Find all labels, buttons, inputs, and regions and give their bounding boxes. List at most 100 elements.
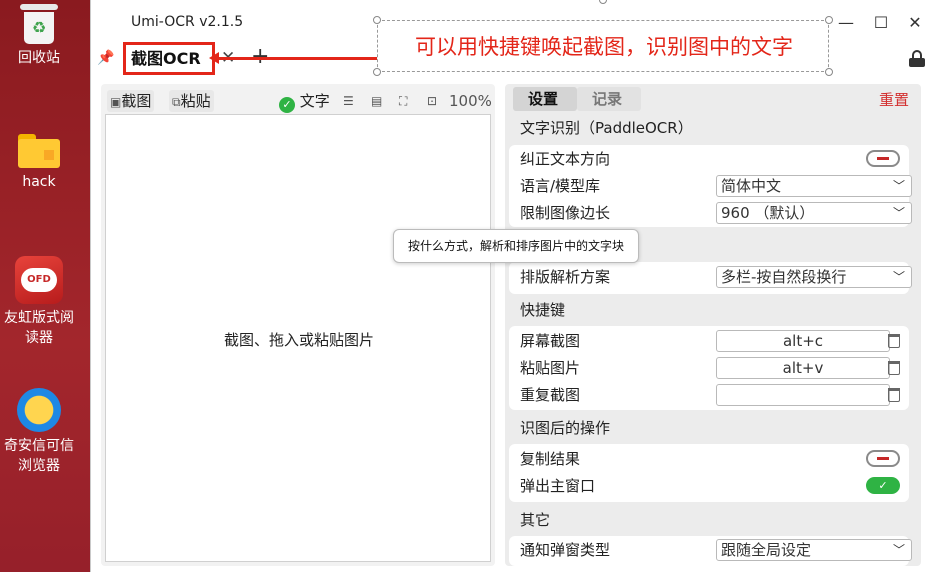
setting-image-limit: 限制图像边长 960 （默认） ﹀ bbox=[520, 200, 912, 227]
layout-select-value: 多栏-按自然段换行 bbox=[721, 268, 847, 286]
reset-button[interactable]: 重置 bbox=[879, 89, 909, 110]
setting-label: 屏幕截图 bbox=[520, 332, 581, 350]
window-title: Umi-OCR v2.1.5 bbox=[131, 14, 244, 30]
drop-hint: 截图、拖入或粘贴图片 bbox=[223, 331, 374, 349]
image-limit-select-value: 960 （默认） bbox=[721, 204, 815, 222]
save-icon[interactable]: ▤ bbox=[371, 90, 382, 112]
check-icon: ✓ bbox=[279, 97, 295, 113]
minimize-button[interactable]: — bbox=[835, 12, 857, 34]
chevron-down-icon: ﹀ bbox=[892, 270, 905, 284]
annotation-handle bbox=[825, 16, 833, 24]
setting-label: 复制结果 bbox=[520, 450, 581, 468]
desktop-icon-label: 友虹版式阅读器 bbox=[4, 310, 74, 346]
desktop-icon-label: 奇安信可信浏览器 bbox=[4, 438, 74, 474]
chevron-down-icon: ﹀ bbox=[892, 543, 905, 557]
annotation-handle bbox=[825, 68, 833, 76]
tab-screenshot-ocr[interactable]: 截图OCR bbox=[123, 42, 215, 75]
pin-icon[interactable]: 📌 bbox=[97, 50, 114, 66]
list-icon[interactable]: ☰ bbox=[343, 90, 354, 112]
text-toggle[interactable]: ✓ 文字 bbox=[279, 90, 330, 113]
layout-tooltip: 按什么方式，解析和排序图片中的文字块 bbox=[393, 229, 639, 263]
screenshot-button-label: 截图 bbox=[121, 92, 152, 110]
folder-icon bbox=[18, 134, 60, 168]
hotkey-repeat-field[interactable] bbox=[716, 384, 890, 406]
setting-notify-type: 通知弹窗类型 跟随全局设定 ﹀ bbox=[520, 537, 912, 564]
annotation-arrowhead bbox=[209, 52, 219, 64]
section-hotkeys-title: 快捷键 bbox=[520, 301, 566, 319]
recycle-bin-icon: ♻ bbox=[20, 4, 58, 44]
setting-label: 排版解析方案 bbox=[520, 268, 611, 286]
other-card: 通知弹窗类型 跟随全局设定 ﹀ bbox=[509, 536, 912, 566]
settings-panel: 设置 记录 重置 文字识别（PaddleOCR） 纠正文本方向 语言/模型库 简… bbox=[505, 84, 921, 566]
language-select-value: 简体中文 bbox=[721, 177, 782, 195]
qianxin-browser-icon bbox=[17, 388, 61, 432]
tab-settings[interactable]: 设置 bbox=[513, 87, 577, 111]
trash-icon[interactable] bbox=[888, 334, 900, 348]
setting-copy-result: 复制结果 bbox=[520, 446, 900, 473]
image-limit-select[interactable]: 960 （默认） ﹀ bbox=[716, 202, 912, 224]
trash-icon[interactable] bbox=[888, 388, 900, 402]
hotkey-repeat: 重复截图 bbox=[520, 382, 900, 409]
copy-result-toggle[interactable] bbox=[866, 450, 900, 467]
chevron-down-icon: ﹀ bbox=[892, 206, 905, 220]
setting-label: 限制图像边长 bbox=[520, 204, 611, 222]
setting-layout: 排版解析方案 多栏-按自然段换行 ﹀ bbox=[520, 264, 912, 291]
hotkeys-card: 屏幕截图 alt+c 粘贴图片 alt+v 重复截图 bbox=[509, 326, 909, 410]
zoom-level: 100% bbox=[449, 92, 492, 110]
desktop-icon-ofd-reader[interactable]: OFD 友虹版式阅读器 bbox=[0, 256, 78, 348]
hotkey-screenshot: 屏幕截图 alt+c bbox=[520, 328, 900, 355]
annotation-text: 可以用快捷键唤起截图，识别图中的文字 bbox=[415, 35, 793, 59]
tab-records[interactable]: 记录 bbox=[577, 87, 641, 111]
hotkey-paste-field[interactable]: alt+v bbox=[716, 357, 890, 379]
setting-label: 通知弹窗类型 bbox=[520, 541, 611, 559]
annotation-box: 可以用快捷键唤起截图，识别图中的文字 bbox=[377, 20, 829, 72]
paste-button[interactable]: ⧉粘贴 bbox=[169, 90, 214, 112]
section-other-title: 其它 bbox=[520, 511, 551, 529]
paste-button-label: 粘贴 bbox=[180, 92, 211, 110]
desktop-icon-label: hack bbox=[22, 174, 56, 190]
section-ocr-title: 文字识别（PaddleOCR） bbox=[520, 119, 693, 137]
setting-language: 语言/模型库 简体中文 ﹀ bbox=[520, 173, 912, 200]
ofd-reader-icon: OFD bbox=[15, 256, 63, 304]
notify-type-select[interactable]: 跟随全局设定 ﹀ bbox=[716, 539, 912, 561]
notify-type-select-value: 跟随全局设定 bbox=[721, 541, 812, 559]
correct-direction-toggle[interactable] bbox=[866, 150, 900, 167]
desktop: ♻ 回收站 hack OFD 友虹版式阅读器 奇安信可信浏览器 bbox=[0, 0, 90, 572]
hotkey-paste: 粘贴图片 alt+v bbox=[520, 355, 900, 382]
hotkey-screenshot-field[interactable]: alt+c bbox=[716, 330, 890, 352]
screenshot-button[interactable]: ▣截图 bbox=[107, 90, 155, 112]
annotation-handle bbox=[373, 16, 381, 24]
trash-icon[interactable] bbox=[888, 361, 900, 375]
image-panel: ▣截图 ⧉粘贴 ✓ 文字 ☰ ▤ ⛶ ⊡ 100% 截图、拖入或粘贴图片 bbox=[101, 84, 495, 566]
paste-icon: ⧉ bbox=[172, 95, 181, 109]
language-select[interactable]: 简体中文 ﹀ bbox=[716, 175, 912, 197]
image-drop-area[interactable]: 截图、拖入或粘贴图片 bbox=[105, 114, 491, 562]
setting-correct-direction: 纠正文本方向 bbox=[520, 146, 900, 173]
screenshot-icon: ▣ bbox=[110, 95, 122, 109]
desktop-icon-hack-folder[interactable]: hack bbox=[0, 134, 78, 192]
desktop-icon-label: 回收站 bbox=[18, 50, 60, 66]
close-window-button[interactable]: ✕ bbox=[904, 12, 926, 34]
layout-settings-card: 排版解析方案 多栏-按自然段换行 ﹀ bbox=[509, 262, 912, 294]
chevron-down-icon: ﹀ bbox=[892, 179, 905, 193]
annotation-arrow bbox=[215, 57, 377, 60]
layout-select[interactable]: 多栏-按自然段换行 ﹀ bbox=[716, 266, 912, 288]
ocr-settings-card: 纠正文本方向 语言/模型库 简体中文 ﹀ 限制图像边长 960 （默认） ﹀ bbox=[509, 145, 912, 227]
after-ocr-card: 复制结果 弹出主窗口 ✓ bbox=[509, 444, 909, 502]
setting-label: 重复截图 bbox=[520, 386, 581, 404]
app-window: Umi-OCR v2.1.5 — ☐ ✕ 📌 截图OCR ✕ + ▣截图 ⧉粘贴… bbox=[90, 0, 930, 572]
section-after-title: 识图后的操作 bbox=[520, 419, 611, 437]
desktop-icon-qianxin-browser[interactable]: 奇安信可信浏览器 bbox=[0, 388, 78, 476]
setting-popup-main: 弹出主窗口 ✓ bbox=[520, 473, 900, 500]
setting-label: 语言/模型库 bbox=[520, 177, 601, 195]
setting-label: 纠正文本方向 bbox=[520, 150, 611, 168]
desktop-icon-recycle-bin[interactable]: ♻ 回收站 bbox=[0, 4, 78, 68]
annotation-handle bbox=[373, 68, 381, 76]
fit-screen-icon[interactable]: ⛶ bbox=[399, 90, 407, 112]
original-size-icon[interactable]: ⊡ bbox=[427, 90, 437, 112]
maximize-button[interactable]: ☐ bbox=[870, 12, 892, 34]
setting-label: 粘贴图片 bbox=[520, 359, 581, 377]
setting-label: 弹出主窗口 bbox=[520, 477, 596, 495]
lock-icon[interactable] bbox=[909, 50, 925, 67]
popup-main-toggle[interactable]: ✓ bbox=[866, 477, 900, 494]
